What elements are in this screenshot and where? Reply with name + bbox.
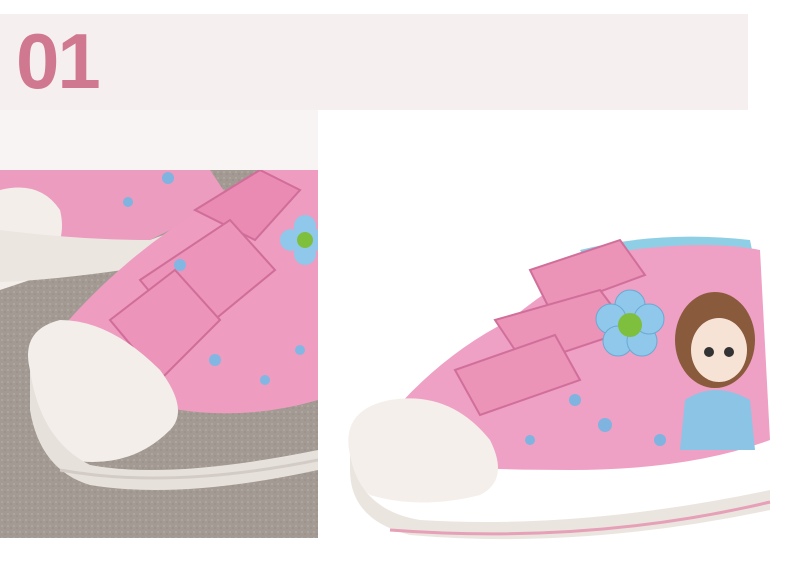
pink-girls-sneaker-photo [330,210,790,570]
shoe-closeup-photo [0,170,318,538]
divider-panel [0,110,318,170]
step-number: 01 [16,17,101,105]
header-band: 01 [0,14,748,110]
